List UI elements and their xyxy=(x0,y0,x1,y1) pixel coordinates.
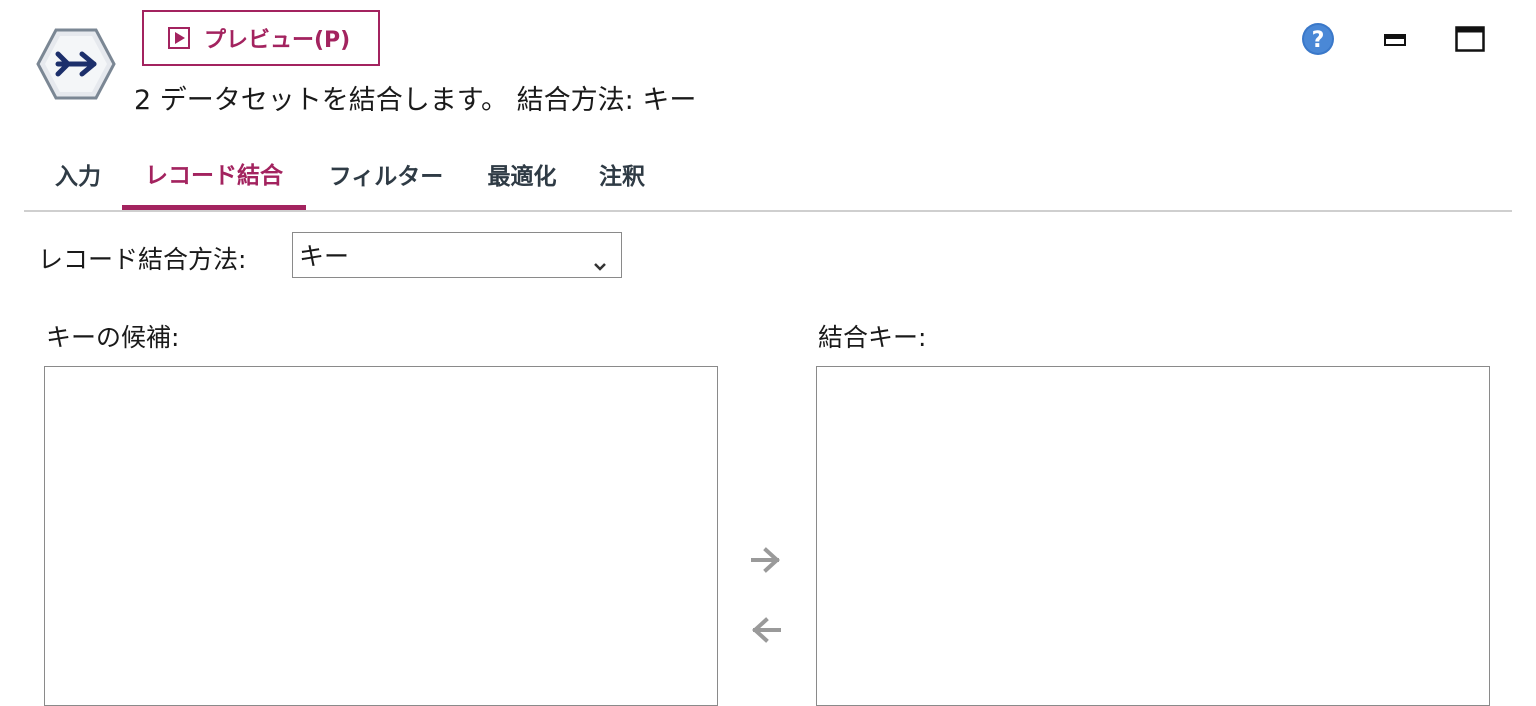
node-summary-title: 2 データセットを結合します。 結合方法: キー xyxy=(134,85,697,116)
merge-method-select[interactable]: キー xyxy=(292,232,622,278)
svg-text:?: ? xyxy=(1312,28,1325,53)
tab-input[interactable]: 入力 xyxy=(52,140,104,208)
chevron-down-icon xyxy=(593,249,607,271)
preview-label: プレビュー(P) xyxy=(204,28,351,53)
remove-key-arrow-icon[interactable] xyxy=(748,614,784,646)
merge-method-label: レコード結合方法: xyxy=(38,245,247,274)
add-key-arrow-icon[interactable] xyxy=(748,544,784,576)
maximize-icon[interactable] xyxy=(1452,22,1488,56)
tab-merge[interactable]: レコード結合 xyxy=(122,140,306,210)
tab-optimize[interactable]: 最適化 xyxy=(484,140,560,208)
preview-button[interactable]: プレビュー(P) xyxy=(142,10,380,66)
tab-filter[interactable]: フィルター xyxy=(326,140,446,208)
merge-node-icon xyxy=(36,28,116,100)
candidate-keys-list[interactable] xyxy=(44,366,718,706)
merge-keys-list[interactable] xyxy=(816,366,1490,706)
merge-method-value: キー xyxy=(299,242,350,271)
play-icon xyxy=(168,27,190,49)
merge-keys-label: 結合キー: xyxy=(818,323,927,352)
tab-bar: 入力 レコード結合 フィルター 最適化 注釈 xyxy=(24,140,1512,212)
help-icon[interactable]: ? xyxy=(1300,22,1336,56)
candidate-keys-label: キーの候補: xyxy=(46,323,180,352)
tab-annotations[interactable]: 注釈 xyxy=(596,140,648,208)
minimize-icon[interactable] xyxy=(1378,22,1412,56)
